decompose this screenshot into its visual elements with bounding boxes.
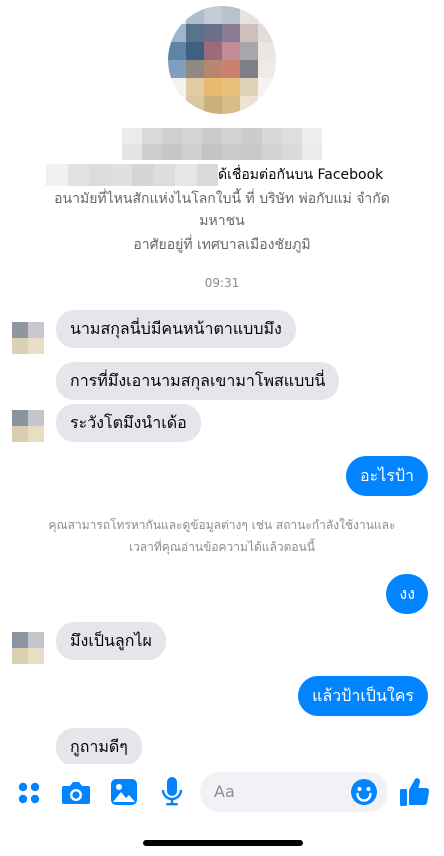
message-incoming[interactable]: มึงเป็นลูกไผ [56,622,166,660]
like-icon[interactable] [398,776,430,808]
work-line-2: มหาชน [199,213,245,229]
message-input-placeholder: Aa [214,782,235,801]
sender-avatar [12,322,44,354]
timestamp: 09:31 [204,276,240,290]
message-incoming[interactable]: การที่มึงเอานามสกุลเขามาโพสแบบนี่ [56,362,340,400]
message-outgoing[interactable]: งง [386,574,428,614]
apps-icon[interactable] [16,780,42,806]
sender-avatar [12,410,44,442]
message-outgoing[interactable]: แล้วป้าเป็นใคร [298,676,428,716]
message-outgoing[interactable]: อะไรป้า [346,456,428,496]
message-incoming[interactable]: นามสกุลนี่บ่มีคนหน้าตาแบบมึง [56,310,296,348]
lives-in: อาศัยอยู่ที่ เทศบาลเมืองชัยภูมิ [133,237,311,253]
notice-line-1: คุณสามารถโทรหากันและดูข้อมูลต่างๆ เช่น ส… [48,518,396,532]
connection-name-redacted [46,164,218,186]
sender-avatar [12,632,44,664]
home-indicator [143,840,303,846]
microphone-icon[interactable] [160,776,184,808]
connection-text: ด้เชื่อมต่อกันบน Facebook [218,167,384,183]
message-incoming[interactable]: กูถามดีๆ [56,728,142,766]
message-incoming[interactable]: ระวังโตมึงนำเด้อ [56,404,201,442]
emoji-icon[interactable] [350,778,378,806]
work-line-1: อนามัยที่ไหนสักแห่งไนโลกใบนี้ ที่ บริษัท… [54,191,390,207]
profile-name-redacted [122,128,322,160]
notice-line-2: เวลาที่คุณอ่านข้อความได้แล้วตอนนี้ [128,540,316,554]
profile-avatar [168,6,276,114]
gallery-icon[interactable] [110,778,138,806]
camera-icon[interactable] [60,778,92,808]
